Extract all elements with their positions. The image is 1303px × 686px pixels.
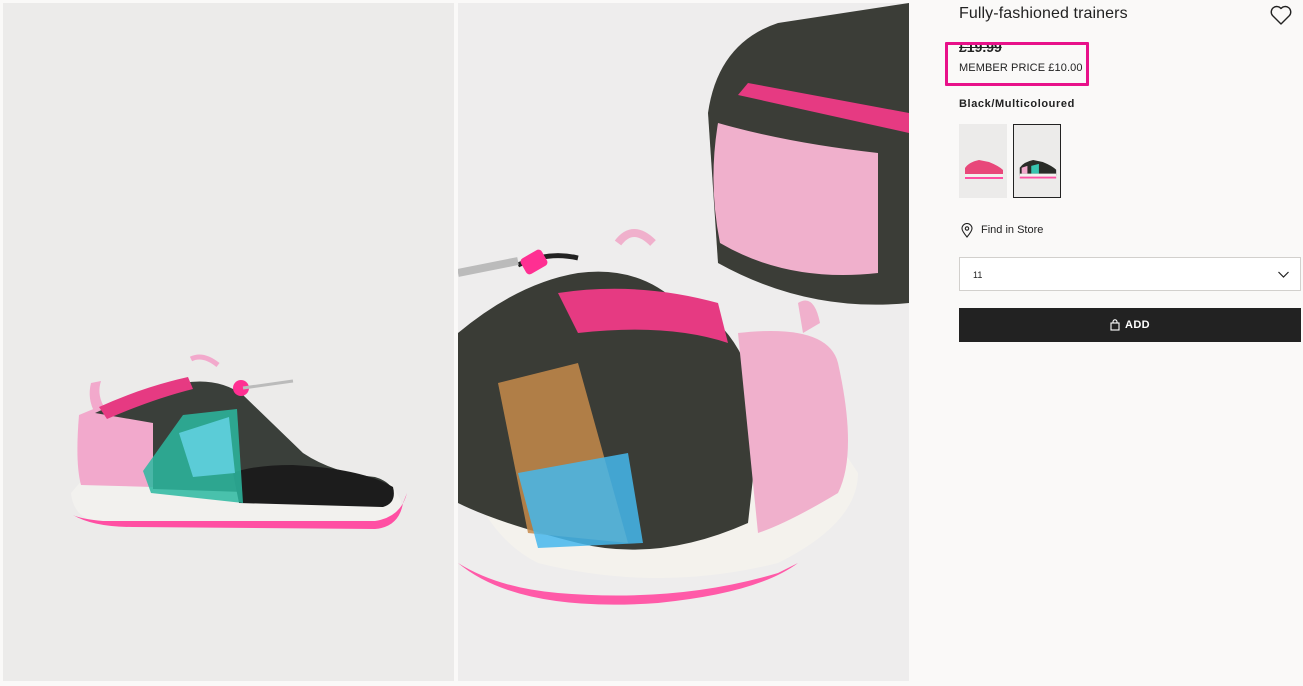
product-details-panel: Fully-fashioned trainers £19.99 MEMBER P… <box>945 0 1301 686</box>
shopping-bag-icon <box>1110 319 1120 331</box>
location-pin-icon <box>961 222 973 238</box>
heart-icon[interactable] <box>1269 4 1293 26</box>
size-selected-value: 11 <box>973 270 983 280</box>
member-price: MEMBER PRICE £10.00 <box>959 62 1083 74</box>
find-in-store-link[interactable]: Find in Store <box>961 222 1043 238</box>
product-image-closeup[interactable] <box>458 3 909 681</box>
product-page: Fully-fashioned trainers £19.99 MEMBER P… <box>0 0 1303 686</box>
add-to-bag-button[interactable]: ADD <box>959 308 1301 342</box>
chevron-down-icon <box>1278 271 1289 278</box>
selected-color-name: Black/Multicoloured <box>959 98 1075 110</box>
product-image-side[interactable] <box>3 3 454 681</box>
color-swatch-black-multicoloured[interactable] <box>1013 124 1061 198</box>
product-title: Fully-fashioned trainers <box>959 5 1128 22</box>
find-in-store-label: Find in Store <box>981 224 1044 236</box>
add-button-label: ADD <box>1124 319 1151 331</box>
size-dropdown[interactable]: 11 <box>959 257 1301 291</box>
product-gallery <box>0 0 910 686</box>
color-swatch-pink[interactable] <box>959 124 1007 198</box>
